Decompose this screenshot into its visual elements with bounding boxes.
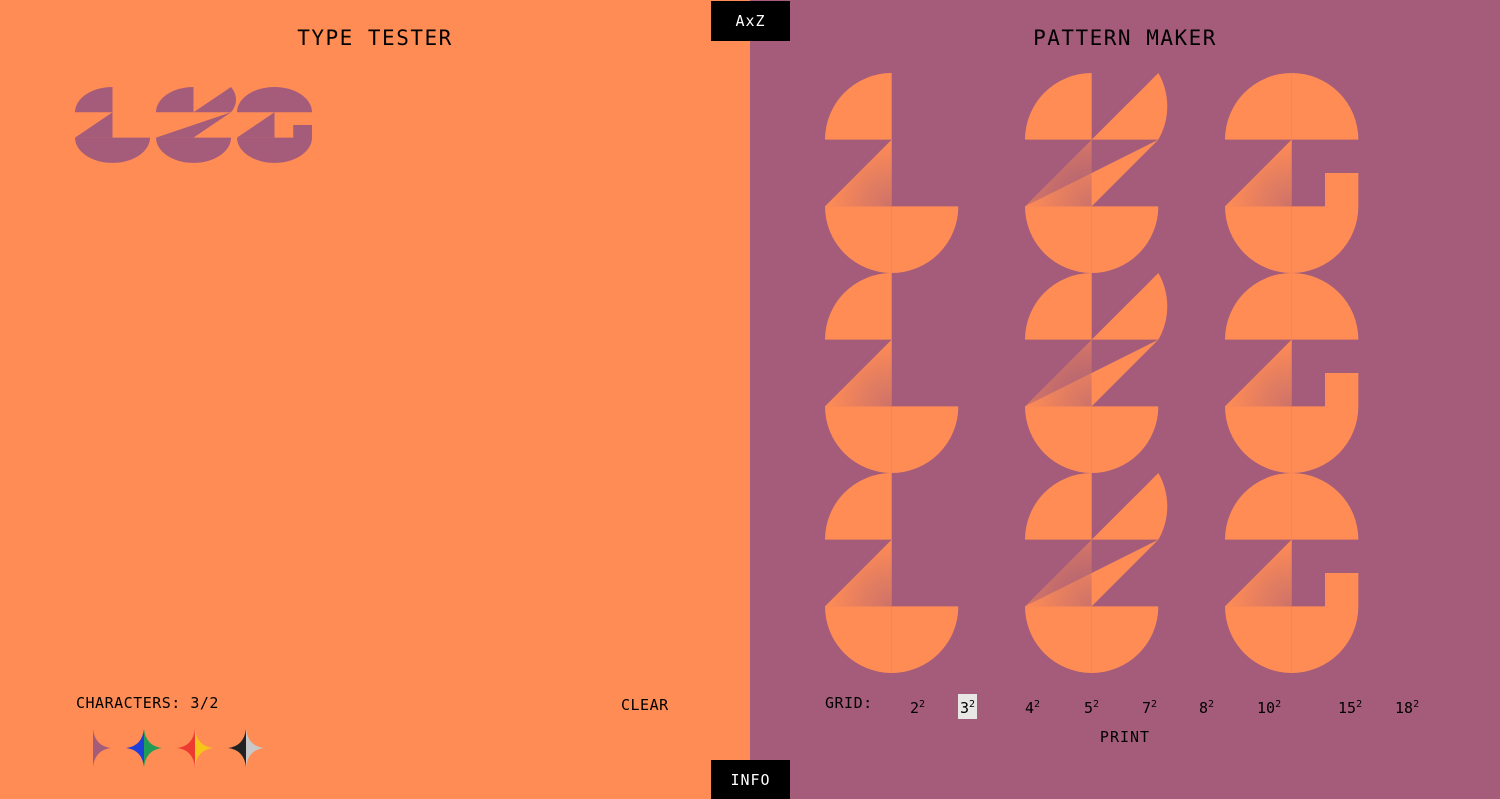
grid-option-5[interactable]: 52	[1082, 694, 1101, 719]
grid-option-base: 8	[1199, 699, 1209, 717]
grid-option-base: 7	[1142, 699, 1152, 717]
typed-glyph-z	[156, 87, 237, 163]
clear-button[interactable]: CLEAR	[621, 696, 669, 714]
type-tester-title: TYPE TESTER	[297, 26, 453, 50]
pattern-glyph-z	[1025, 273, 1168, 474]
print-button[interactable]: PRINT	[750, 728, 1500, 746]
grid-option-exponent: 2	[1208, 699, 1215, 710]
grid-option-7[interactable]: 72	[1140, 694, 1159, 719]
grid-option-exponent: 2	[919, 699, 926, 710]
grid-option-base: 15	[1338, 699, 1357, 717]
swatch-green-blue-icon[interactable]	[126, 729, 162, 767]
grid-option-base: 10	[1257, 699, 1276, 717]
grid-option-base: 5	[1084, 699, 1094, 717]
grid-option-18[interactable]: 182	[1393, 694, 1421, 719]
type-tester-panel: TYPE TESTER CHARACTERS: 3/2 CLEAR	[0, 0, 750, 799]
grid-option-4[interactable]: 42	[1023, 694, 1042, 719]
grid-option-exponent: 2	[1093, 699, 1100, 710]
pattern-glyph-g	[1225, 473, 1359, 673]
grid-option-exponent: 2	[1034, 699, 1041, 710]
grid-option-base: 18	[1395, 699, 1414, 717]
grid-option-base: 3	[960, 699, 970, 717]
grid-selector: GRID: 22 32 42 52 72 82 102 152 182	[825, 694, 1435, 719]
typed-glyph-g	[237, 87, 312, 163]
pattern-canvas	[825, 73, 1359, 673]
typed-text-preview[interactable]	[75, 87, 315, 163]
grid-option-exponent: 2	[1275, 699, 1282, 710]
grid-option-base: 4	[1025, 699, 1035, 717]
grid-option-10[interactable]: 102	[1255, 694, 1283, 719]
character-count: CHARACTERS: 3/2	[76, 694, 219, 712]
grid-option-exponent: 2	[969, 699, 976, 710]
pattern-maker-title: PATTERN MAKER	[1033, 26, 1217, 50]
pattern-glyph-l	[825, 273, 959, 474]
grid-option-3[interactable]: 32	[958, 694, 978, 719]
pattern-glyph-g	[1225, 273, 1359, 474]
typed-glyph-l	[75, 87, 150, 163]
pattern-glyph-g	[1225, 73, 1359, 274]
grid-option-8[interactable]: 82	[1197, 694, 1216, 719]
pattern-glyph-z	[1025, 473, 1168, 673]
grid-label: GRID:	[825, 694, 873, 712]
axz-tab[interactable]: AxZ	[711, 1, 790, 41]
info-button[interactable]: INFO	[711, 760, 790, 799]
grid-option-base: 2	[910, 699, 920, 717]
grid-option-exponent: 2	[1413, 699, 1420, 710]
grid-option-2[interactable]: 22	[908, 694, 927, 719]
pattern-glyph-l	[825, 473, 959, 673]
grid-option-15[interactable]: 152	[1336, 694, 1364, 719]
pattern-glyph-z	[1025, 73, 1168, 274]
pattern-glyph-l	[825, 73, 959, 274]
grid-option-exponent: 2	[1151, 699, 1158, 710]
pattern-maker-panel: PATTERN MAKER GRID: 22 32 42 52 72 82 102 152 18…	[750, 0, 1500, 799]
grid-option-exponent: 2	[1356, 699, 1363, 710]
color-swatches	[75, 729, 275, 767]
swatch-orange-mauve-icon[interactable]	[75, 729, 111, 767]
swatch-grey-black-icon[interactable]	[228, 729, 264, 767]
swatch-yellow-red-icon[interactable]	[177, 729, 213, 767]
